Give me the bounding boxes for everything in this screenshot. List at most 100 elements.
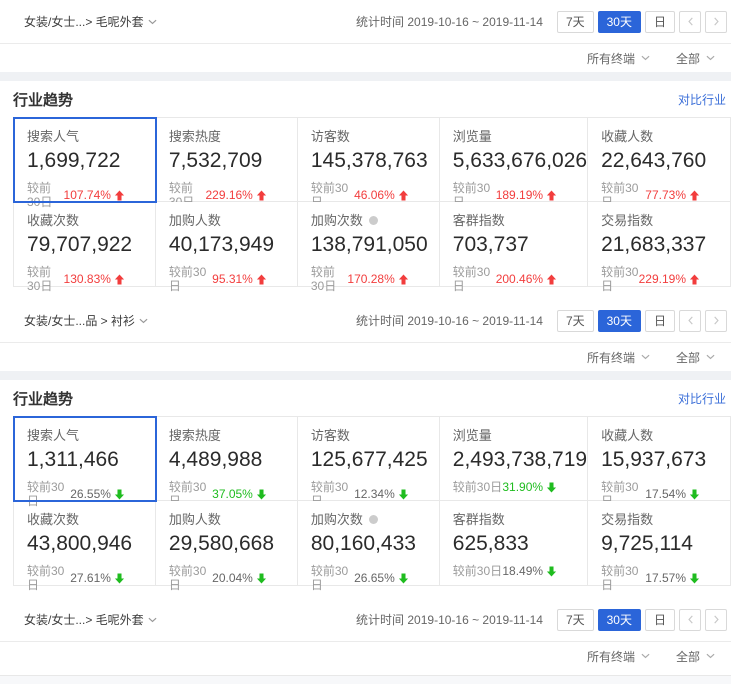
period-button-30d[interactable]: 30天 — [598, 11, 641, 33]
metric-card[interactable]: 访客数125,677,425较前30日12.34% — [298, 417, 440, 501]
metric-card[interactable]: 收藏次数43,800,946较前30日27.61% — [14, 501, 156, 585]
period-button-day[interactable]: 日 — [645, 310, 675, 332]
compare-industry-link[interactable]: 对比行业 — [678, 91, 726, 108]
metric-card[interactable]: 交易指数9,725,114较前30日17.57% — [588, 501, 730, 585]
delta-value: 107.74% — [64, 188, 125, 202]
header-controls: 统计时间 2019-10-16 ~ 2019-11-14 7天30天日 — [356, 609, 727, 631]
metric-card[interactable]: 搜索人气1,311,466较前30日26.55% — [14, 417, 156, 501]
delta-percent: 17.57% — [645, 571, 686, 585]
metric-value: 145,378,763 — [311, 149, 439, 173]
terminal-filter[interactable]: 所有终端 — [587, 50, 650, 67]
terminal-filter[interactable]: 所有终端 — [587, 349, 650, 366]
metric-card[interactable]: 加购人数29,580,668较前30日20.04% — [156, 501, 298, 585]
period-button-day[interactable]: 日 — [645, 609, 675, 631]
metric-card[interactable]: 客群指数703,737较前30日200.46% — [440, 202, 588, 286]
breadcrumb[interactable]: 女装/女士...品 > 衬衫 — [24, 312, 148, 329]
chevron-down-icon — [139, 318, 148, 324]
pager-prev-button[interactable] — [679, 310, 701, 332]
metric-card[interactable]: 搜索热度4,489,988较前30日37.05% — [156, 417, 298, 501]
metric-label: 加购人数 — [169, 512, 221, 527]
compare-label: 较前30日 — [453, 564, 502, 578]
metric-card[interactable]: 访客数145,378,763较前30日46.06% — [298, 118, 440, 202]
section-header-row: 女装/女士...品 > 衬衫统计时间 2019-10-16 ~ 2019-11-… — [0, 299, 731, 343]
info-icon[interactable] — [369, 216, 378, 225]
metric-card[interactable]: 收藏次数79,707,922较前30日130.83% — [14, 202, 156, 286]
metric-card[interactable]: 交易指数21,683,337较前30日229.19% — [588, 202, 730, 286]
metric-card[interactable]: 搜索人气1,699,722较前30日107.74% — [14, 118, 156, 202]
scope-filter[interactable]: 全部 — [676, 50, 715, 67]
period-button-day[interactable]: 日 — [645, 11, 675, 33]
down-arrow-icon — [546, 482, 557, 493]
compare-label: 较前30日 — [601, 564, 645, 592]
breadcrumb[interactable]: 女装/女士...> 毛呢外套 — [24, 611, 157, 628]
up-arrow-icon — [546, 190, 557, 201]
delta-percent: 26.65% — [354, 571, 395, 585]
metric-label-row: 收藏次数 — [27, 512, 155, 527]
metric-label: 客群指数 — [453, 512, 505, 527]
metric-value: 1,311,466 — [27, 448, 155, 472]
stats-time: 统计时间 2019-10-16 ~ 2019-11-14 — [356, 13, 543, 30]
metric-card[interactable]: 浏览量2,493,738,719较前30日31.90% — [440, 417, 588, 501]
period-button-7d[interactable]: 7天 — [557, 310, 594, 332]
metric-card[interactable]: 收藏人数22,643,760较前30日77.73% — [588, 118, 730, 202]
period-button-7d[interactable]: 7天 — [557, 609, 594, 631]
metric-card[interactable]: 加购次数80,160,433较前30日26.65% — [298, 501, 440, 585]
metric-delta-row: 较前30日26.65% — [311, 564, 439, 592]
metric-delta-row: 较前30日31.90% — [453, 480, 587, 494]
metric-label-row: 交易指数 — [601, 512, 730, 527]
period-button-30d[interactable]: 30天 — [598, 310, 641, 332]
pager-next-button[interactable] — [705, 609, 727, 631]
metric-card[interactable]: 浏览量5,633,676,026较前30日189.19% — [440, 118, 588, 202]
metric-value: 138,791,050 — [311, 233, 439, 257]
pager-next-button[interactable] — [705, 310, 727, 332]
stats-time-range: 2019-10-16 ~ 2019-11-14 — [407, 15, 543, 29]
pager-prev-button[interactable] — [679, 11, 701, 33]
panel-title: 行业趋势 — [13, 388, 73, 409]
chevron-down-icon — [641, 653, 650, 659]
pager-next-button[interactable] — [705, 11, 727, 33]
period-button-30d[interactable]: 30天 — [598, 609, 641, 631]
metric-card[interactable]: 搜索热度7,532,709较前30日229.16% — [156, 118, 298, 202]
metric-label: 交易指数 — [601, 512, 653, 527]
delta-percent: 229.16% — [205, 188, 252, 202]
compare-label: 较前30日 — [169, 265, 212, 293]
metric-delta-row: 较前30日130.83% — [27, 265, 155, 293]
metric-delta-row: 较前30日18.49% — [453, 564, 587, 578]
delta-percent: 26.55% — [70, 487, 111, 501]
period-button-group: 7天30天日 — [557, 310, 727, 332]
dashboard-section: 女装/女士...> 毛呢外套 统计时间 2019-10-16 ~ 2019-11-… — [0, 0, 731, 299]
compare-label: 较前30日 — [169, 564, 212, 592]
chevron-down-icon — [148, 19, 157, 25]
up-arrow-icon — [114, 274, 125, 285]
scope-filter[interactable]: 全部 — [676, 349, 715, 366]
delta-percent: 46.06% — [354, 188, 395, 202]
breadcrumb-text: 女装/女士...> 毛呢外套 — [24, 13, 144, 30]
scope-filter[interactable]: 全部 — [676, 648, 715, 665]
period-button-7d[interactable]: 7天 — [557, 11, 594, 33]
stats-time-label: 统计时间 — [356, 314, 404, 328]
delta-percent: 229.19% — [639, 272, 686, 286]
filter-row: 所有终端 全部 — [0, 44, 731, 72]
breadcrumb[interactable]: 女装/女士...> 毛呢外套 — [24, 13, 157, 30]
pager-prev-button[interactable] — [679, 609, 701, 631]
metric-label: 搜索热度 — [169, 428, 221, 443]
info-icon[interactable] — [369, 515, 378, 524]
section-divider — [0, 371, 731, 380]
metric-card[interactable]: 加购人数40,173,949较前30日95.31% — [156, 202, 298, 286]
breadcrumb-text: 女装/女士...> 毛呢外套 — [24, 611, 144, 628]
dashboard-section: 女装/女士...品 > 衬衫统计时间 2019-10-16 ~ 2019-11-… — [0, 299, 731, 598]
stats-time: 统计时间 2019-10-16 ~ 2019-11-14 — [356, 611, 543, 628]
metric-card[interactable]: 收藏人数15,937,673较前30日17.54% — [588, 417, 730, 501]
delta-value: 170.28% — [347, 272, 408, 286]
delta-value: 17.57% — [645, 571, 700, 585]
down-arrow-icon — [256, 489, 267, 500]
terminal-filter[interactable]: 所有终端 — [587, 648, 650, 665]
metric-label-row: 客群指数 — [453, 512, 587, 527]
metric-value: 40,173,949 — [169, 233, 297, 257]
metric-label-row: 搜索人气 — [27, 428, 155, 443]
compare-industry-link[interactable]: 对比行业 — [678, 390, 726, 407]
metric-card[interactable]: 加购次数138,791,050较前30日170.28% — [298, 202, 440, 286]
metric-value: 2,493,738,719 — [453, 448, 587, 472]
metric-card[interactable]: 客群指数625,833较前30日18.49% — [440, 501, 588, 585]
delta-value: 20.04% — [212, 571, 267, 585]
